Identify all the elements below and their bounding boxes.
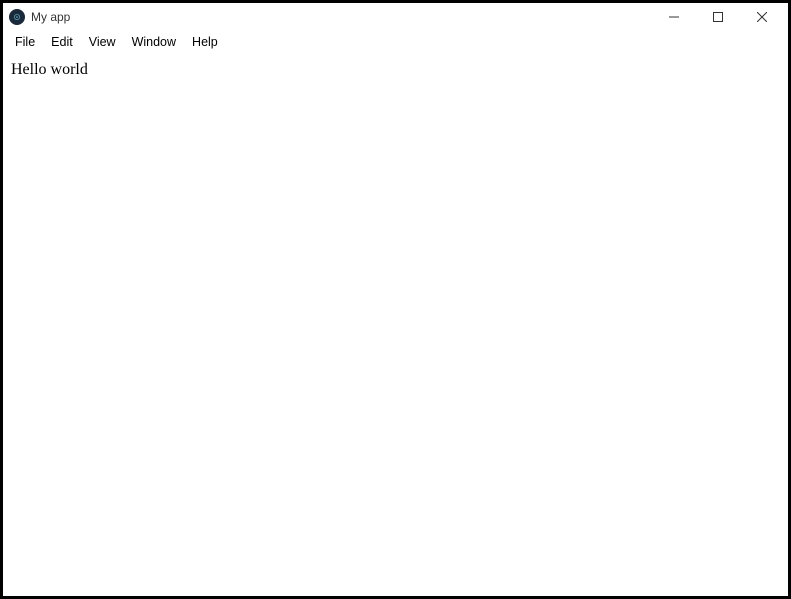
close-button[interactable] [740,3,784,31]
menubar: File Edit View Window Help [3,31,788,53]
menu-edit[interactable]: Edit [43,33,81,51]
window-title: My app [31,10,70,24]
hello-text: Hello world [11,61,780,79]
maximize-button[interactable] [696,3,740,31]
menu-view[interactable]: View [81,33,124,51]
menu-window[interactable]: Window [124,33,184,51]
app-icon [9,9,25,25]
menu-file[interactable]: File [7,33,43,51]
content-area: Hello world [3,53,788,596]
minimize-icon [669,12,679,22]
minimize-button[interactable] [652,3,696,31]
maximize-icon [713,12,723,22]
titlebar: My app [3,3,788,31]
window-controls [652,3,784,31]
app-window: My app File Edit View Window Help Hello … [0,0,791,599]
menu-help[interactable]: Help [184,33,226,51]
close-icon [757,12,767,22]
